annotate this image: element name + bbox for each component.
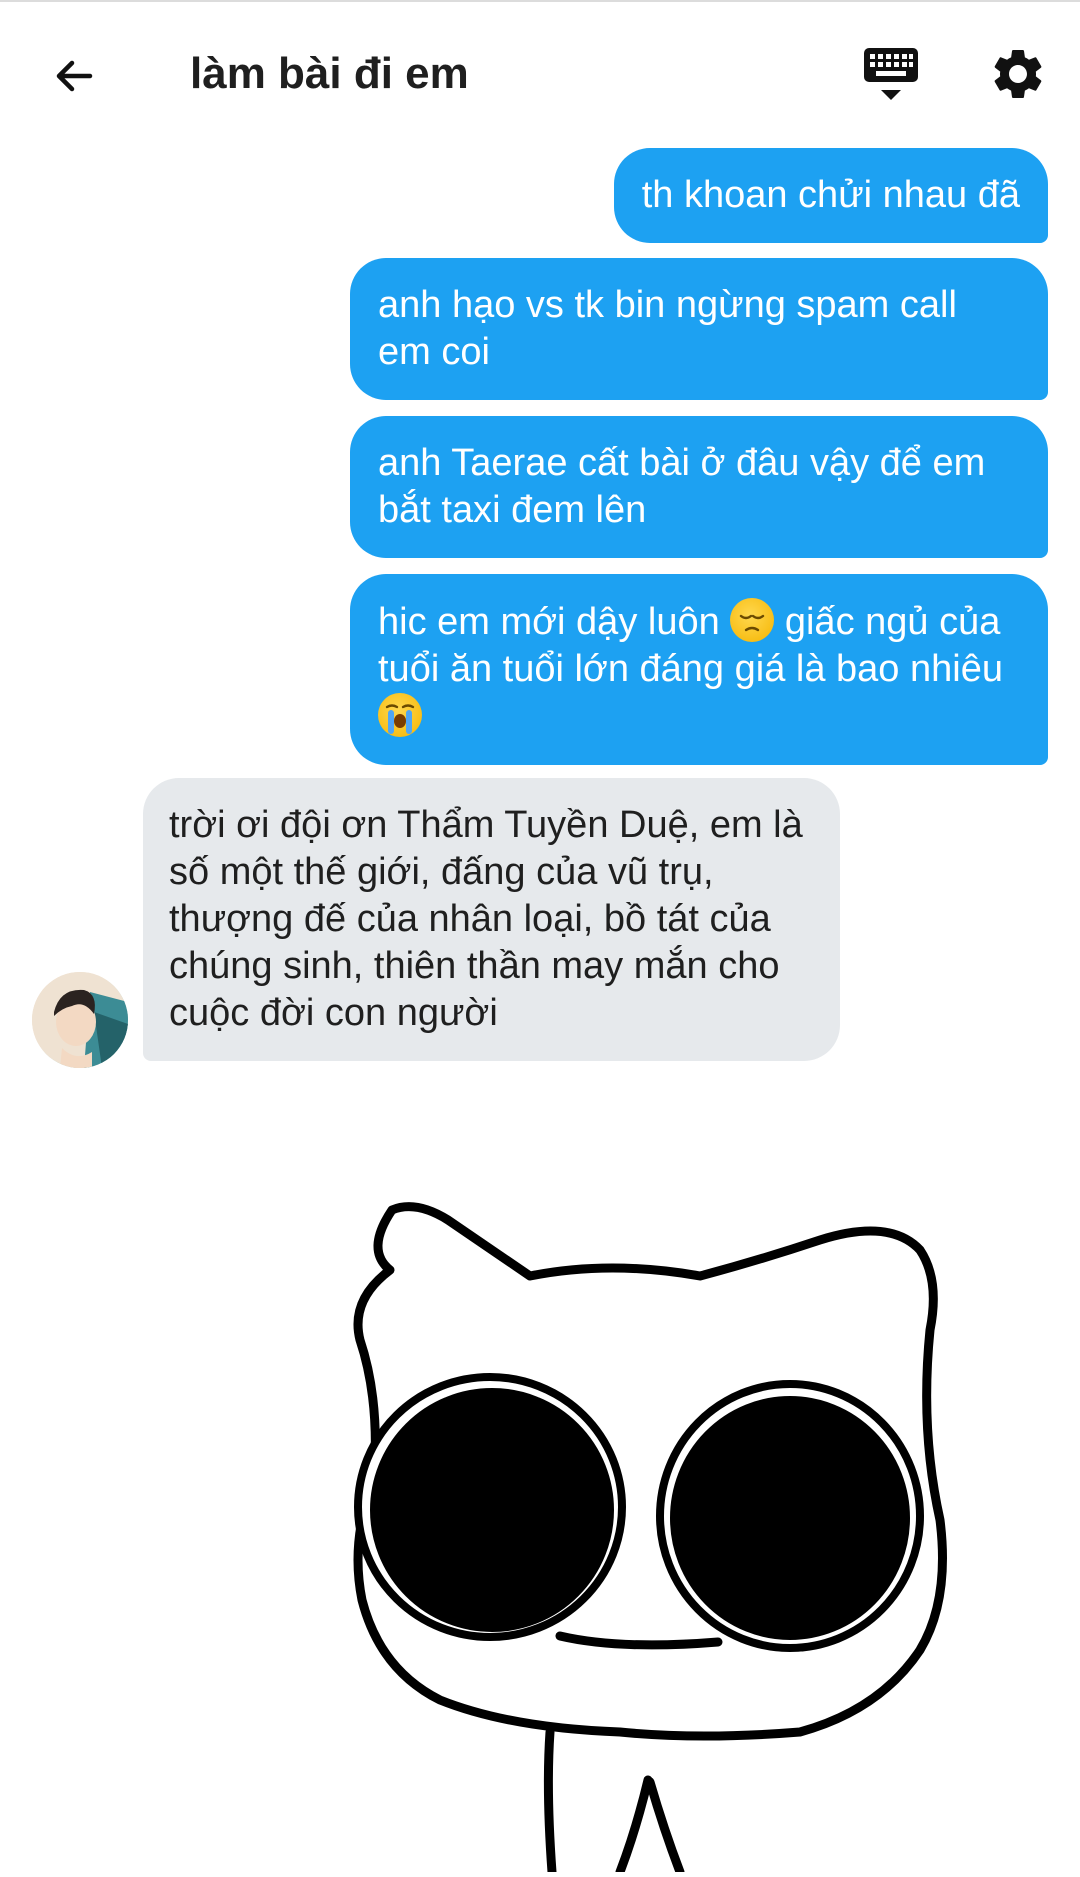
- profile-photo-icon: [32, 972, 128, 1068]
- message-text: anh Taerae cất bài ở đâu vậy để em bắt t…: [378, 442, 986, 531]
- keyboard-button[interactable]: [862, 44, 922, 104]
- chat-header: làm bài đi em: [0, 0, 1080, 140]
- pensive-face-emoji-icon: [730, 598, 775, 642]
- message-text: anh hạo vs tk bin ngừng spam call em coi: [378, 284, 957, 373]
- message-bubble-sent[interactable]: hic em mới dậy luôn giấc ngủ của tuổi ăn…: [350, 574, 1048, 765]
- message-text: hic em mới dậy luôn: [378, 601, 720, 643]
- message-text: trời ơi đội ơn Thẩm Tuyền Duệ, em là số …: [169, 804, 803, 1034]
- loudly-crying-face-emoji-icon: [378, 693, 422, 737]
- message-bubble-sent[interactable]: anh Taerae cất bài ở đâu vậy để em bắt t…: [350, 416, 1048, 558]
- avatar[interactable]: [32, 972, 128, 1068]
- back-button[interactable]: [44, 46, 104, 106]
- gear-icon: [994, 49, 1042, 98]
- arrow-left-icon: [56, 60, 93, 92]
- message-bubble-sent[interactable]: th khoan chửi nhau đã: [613, 148, 1048, 243]
- cat-sticker-icon: [353, 1202, 947, 1877]
- keyboard-icon: [864, 48, 918, 100]
- settings-button[interactable]: [988, 44, 1050, 106]
- message-bubble-received[interactable]: trời ơi đội ơn Thẩm Tuyền Duệ, em là số …: [143, 778, 840, 1061]
- message-text: th khoan chửi nhau đã: [641, 174, 1020, 216]
- message-bubble-sent[interactable]: anh hạo vs tk bin ngừng spam call em coi: [350, 258, 1048, 400]
- conversation-title: làm bài đi em: [190, 49, 469, 98]
- cartoon-cat-sticker[interactable]: [320, 1180, 960, 1877]
